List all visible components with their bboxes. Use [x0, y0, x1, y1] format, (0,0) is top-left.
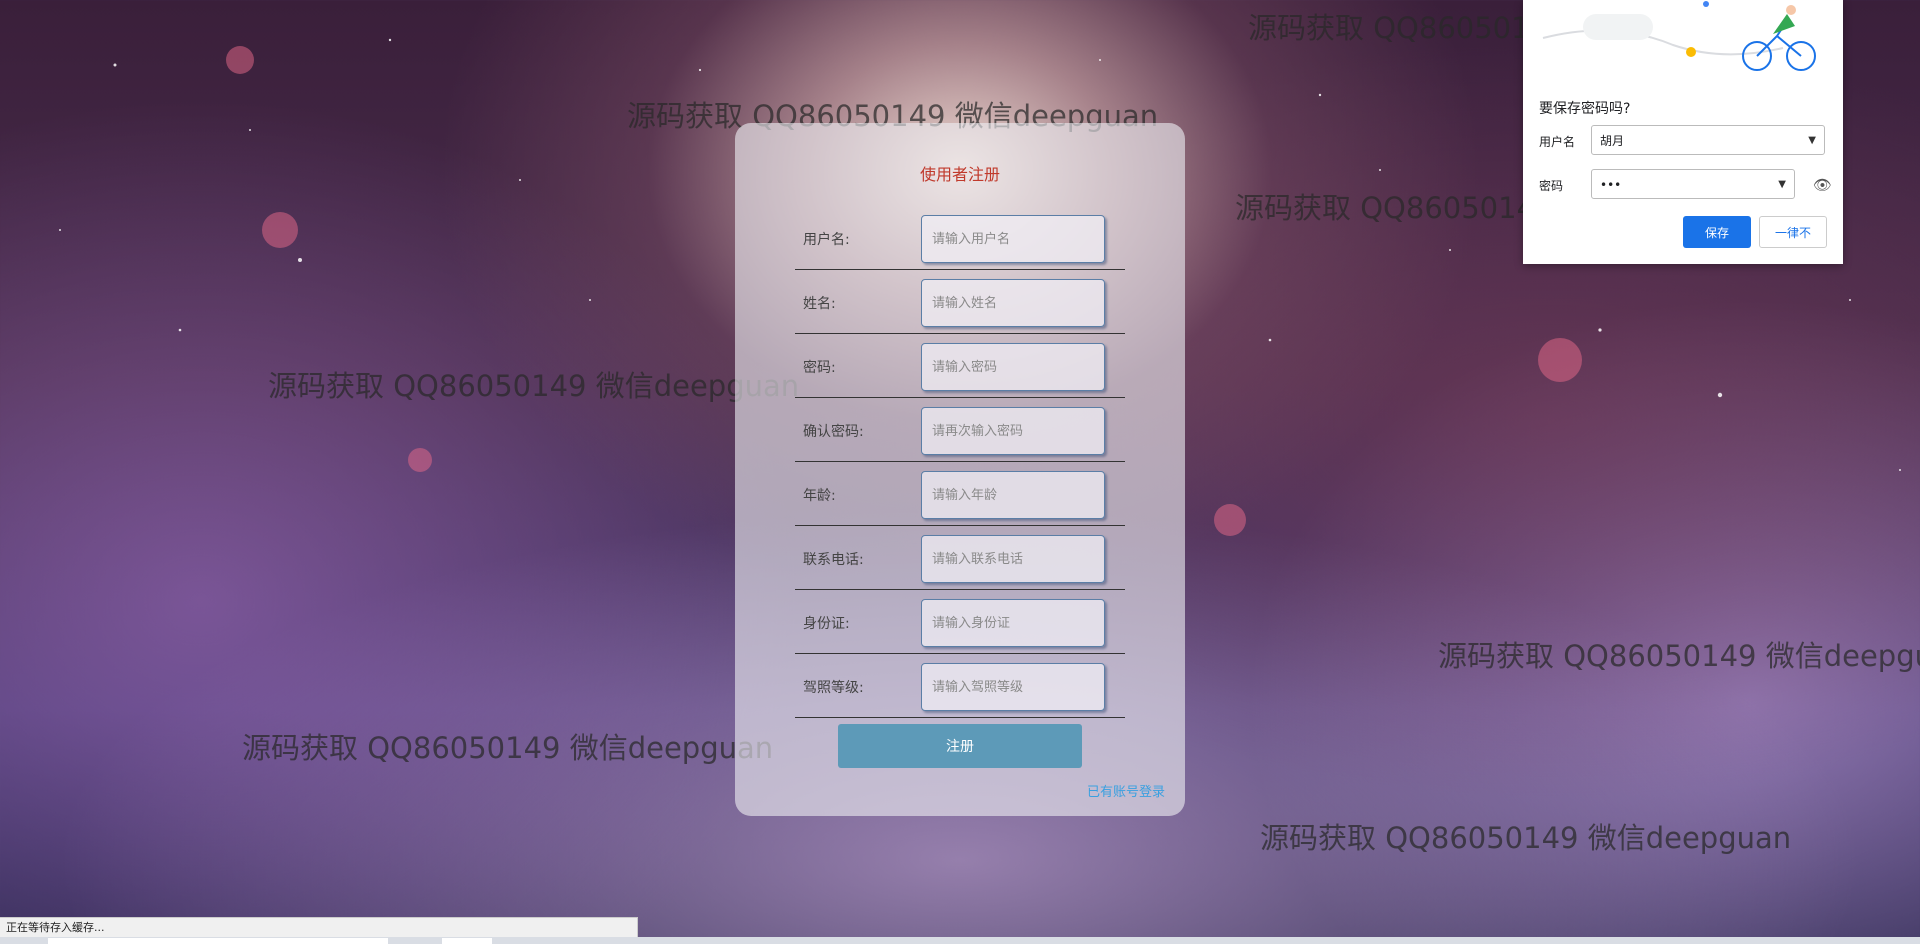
age-label: 年龄: [803, 488, 836, 504]
popup-username-select[interactable]: 胡月 ▼ [1591, 125, 1825, 155]
watermark: 源码获取 QQ86050149 微信deepguan [1260, 821, 1792, 855]
taskbar-segment [442, 938, 492, 944]
register-button[interactable]: 注册 [838, 724, 1082, 768]
login-link[interactable]: 已有账号登录 [1087, 781, 1165, 800]
phone-label: 联系电话: [803, 552, 864, 568]
popup-username-value: 胡月 [1600, 134, 1625, 148]
popup-password-value: ••• [1600, 178, 1622, 192]
popup-password-select[interactable]: ••• ▼ [1591, 169, 1795, 199]
chevron-down-icon: ▼ [1778, 179, 1786, 190]
watermark: 源码获取 QQ86050149 微信deepguan [242, 731, 774, 765]
never-save-button[interactable]: 一律不 [1759, 216, 1827, 248]
taskbar-strip [0, 937, 1920, 944]
form-row-phone: 联系电话: [795, 525, 1125, 590]
confirm-password-input[interactable] [921, 407, 1105, 455]
username-label: 用户名: [803, 232, 850, 248]
browser-status-bar: 正在等待存入缓存... [0, 917, 638, 937]
popup-username-label: 用户名 [1539, 135, 1576, 149]
save-password-popup: 要保存密码吗? 用户名 胡月 ▼ 密码 ••• ▼ 👁 保存 一律不 [1523, 0, 1843, 264]
form-row-age: 年龄: [795, 461, 1125, 526]
form-row-name: 姓名: [795, 269, 1125, 334]
chevron-down-icon: ▼ [1808, 135, 1816, 146]
password-input[interactable] [921, 343, 1105, 391]
name-label: 姓名: [803, 296, 836, 312]
register-title: 使用者注册 [919, 165, 1000, 184]
save-password-button[interactable]: 保存 [1683, 216, 1751, 248]
form-row-license-level: 驾照等级: [795, 653, 1125, 718]
form-row-confirm-password: 确认密码: [795, 397, 1125, 462]
popup-password-label: 密码 [1539, 179, 1564, 193]
id-card-input[interactable] [921, 599, 1105, 647]
save-password-title: 要保存密码吗? [1539, 101, 1631, 117]
confirm-password-label: 确认密码: [803, 424, 864, 440]
form-row-username: 用户名: [795, 205, 1125, 270]
taskbar-segment [48, 938, 388, 944]
watermark: 源码获取 QQ86050149 微信deepguan [1438, 639, 1920, 673]
cyclist-illustration [1542, 1, 1816, 71]
eye-icon[interactable]: 👁 [1813, 176, 1832, 194]
license-level-input[interactable] [921, 663, 1105, 711]
form-row-password: 密码: [795, 333, 1125, 398]
watermark: 源码获取 QQ86050149 微信deepguan [268, 369, 800, 403]
password-label: 密码: [803, 360, 836, 376]
username-input[interactable] [921, 215, 1105, 263]
age-input[interactable] [921, 471, 1105, 519]
name-input[interactable] [921, 279, 1105, 327]
form-row-id-card: 身份证: [795, 589, 1125, 654]
register-card: 使用者注册 用户名: 姓名: 密码: 确认密码: 年龄: 联系电话: 身份证: … [735, 123, 1185, 816]
id-card-label: 身份证: [803, 616, 850, 632]
phone-input[interactable] [921, 535, 1105, 583]
license-level-label: 驾照等级: [803, 680, 864, 696]
